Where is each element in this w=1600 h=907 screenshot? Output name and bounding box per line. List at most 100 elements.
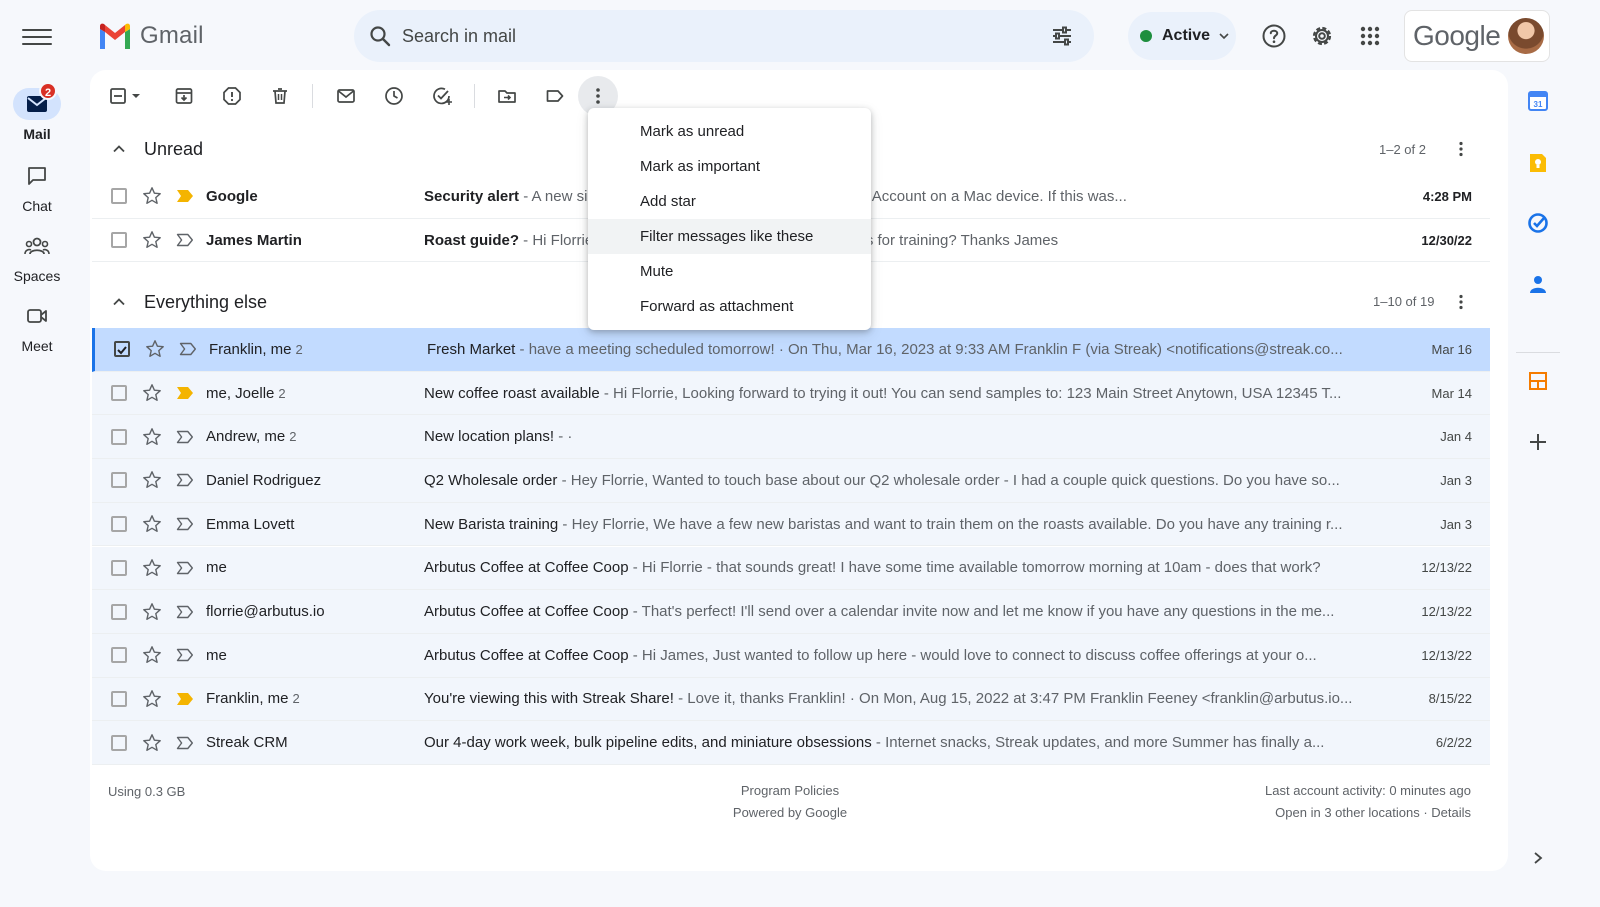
importance-marker-icon[interactable] bbox=[176, 233, 194, 247]
contacts-addon-button[interactable] bbox=[1526, 272, 1550, 296]
report-spam-button[interactable] bbox=[212, 76, 252, 116]
status-selector[interactable]: Active bbox=[1128, 12, 1236, 60]
section-options-button[interactable] bbox=[1449, 137, 1473, 161]
importance-marker-icon[interactable] bbox=[176, 386, 194, 400]
mail-row[interactable]: me, Joelle 2 New coffee roast available - … bbox=[92, 371, 1490, 416]
importance-marker-icon[interactable] bbox=[176, 605, 194, 619]
row-snippet: - Love it, thanks Franklin! · On Mon, Au… bbox=[673, 690, 1353, 708]
importance-marker-icon[interactable] bbox=[176, 692, 194, 706]
search-bar[interactable] bbox=[354, 10, 1094, 62]
star-icon[interactable] bbox=[142, 645, 162, 665]
move-to-button[interactable] bbox=[487, 76, 527, 116]
snooze-button[interactable] bbox=[374, 76, 414, 116]
tasks-addon-button[interactable] bbox=[1526, 211, 1550, 235]
show-side-panel-button[interactable] bbox=[1526, 846, 1550, 870]
archive-button[interactable] bbox=[164, 76, 204, 116]
importance-marker-icon[interactable] bbox=[179, 342, 197, 356]
add-to-tasks-button[interactable] bbox=[422, 76, 462, 116]
nav-chat[interactable]: Chat bbox=[0, 160, 74, 214]
search-icon[interactable] bbox=[368, 24, 392, 48]
star-icon[interactable] bbox=[142, 427, 162, 447]
delete-button[interactable] bbox=[260, 76, 300, 116]
chevron-up-icon[interactable] bbox=[110, 140, 128, 158]
settings-button[interactable] bbox=[1302, 16, 1342, 56]
row-checkbox[interactable] bbox=[111, 428, 127, 445]
mail-row[interactable]: Andrew, me 2 New location plans! - · Jan 4 bbox=[92, 415, 1490, 460]
star-icon[interactable] bbox=[142, 514, 162, 534]
menu-item-forward-attachment[interactable]: Forward as attachment bbox=[588, 289, 871, 324]
program-policies-link[interactable]: Program Policies bbox=[690, 780, 890, 802]
row-date: 6/2/22 bbox=[1435, 735, 1472, 751]
select-all-button[interactable] bbox=[100, 76, 152, 116]
star-icon[interactable] bbox=[142, 186, 162, 206]
star-icon[interactable] bbox=[142, 602, 162, 622]
menu-item-mark-unread[interactable]: Mark as unread bbox=[588, 114, 871, 149]
search-input[interactable] bbox=[402, 25, 1050, 47]
importance-marker-icon[interactable] bbox=[176, 189, 194, 203]
mail-row[interactable]: me Arbutus Coffee at Coffee Coop - Hi Jam… bbox=[92, 633, 1490, 678]
keep-addon-button[interactable] bbox=[1526, 151, 1550, 175]
nav-meet[interactable]: Meet bbox=[0, 300, 74, 354]
search-options-icon[interactable] bbox=[1050, 24, 1074, 48]
mail-row[interactable]: Franklin, me 2 Fresh Market - have a meeti… bbox=[92, 328, 1490, 372]
main-menu-button[interactable] bbox=[22, 24, 52, 48]
star-icon[interactable] bbox=[142, 558, 162, 578]
section-header-everything-else[interactable]: Everything else bbox=[110, 280, 267, 324]
mail-row[interactable]: Streak CRM Our 4-day work week, bulk pipe… bbox=[92, 721, 1490, 765]
row-checkbox[interactable] bbox=[111, 690, 127, 707]
account-button[interactable]: Google bbox=[1404, 10, 1550, 62]
gmail-logo[interactable]: Gmail bbox=[98, 20, 204, 52]
star-icon[interactable] bbox=[142, 470, 162, 490]
apps-button[interactable] bbox=[1350, 16, 1390, 56]
row-checkbox[interactable] bbox=[111, 603, 127, 620]
row-checkbox[interactable] bbox=[114, 341, 130, 358]
row-sender: Franklin, me 2 bbox=[206, 690, 300, 708]
chevron-up-icon[interactable] bbox=[110, 293, 128, 311]
star-icon[interactable] bbox=[145, 339, 165, 359]
mail-row[interactable]: Daniel Rodriguez Q2 Wholesale order - Hey… bbox=[92, 459, 1490, 503]
nav-mail[interactable]: 2 Mail bbox=[0, 82, 74, 142]
select-checkbox-icon bbox=[110, 88, 140, 104]
menu-item-mark-important[interactable]: Mark as important bbox=[588, 149, 871, 184]
mail-row[interactable]: Franklin, me 2 You're viewing this with St… bbox=[92, 677, 1490, 722]
row-checkbox[interactable] bbox=[111, 472, 127, 489]
section-options-button[interactable] bbox=[1449, 290, 1473, 314]
row-checkbox[interactable] bbox=[111, 516, 127, 533]
row-checkbox[interactable] bbox=[111, 188, 127, 205]
thread-count: 2 bbox=[289, 429, 297, 445]
mail-row[interactable]: me Arbutus Coffee at Coffee Coop - Hi Flo… bbox=[92, 546, 1490, 591]
row-checkbox[interactable] bbox=[111, 559, 127, 576]
star-icon[interactable] bbox=[142, 230, 162, 250]
row-date: 12/13/22 bbox=[1421, 604, 1472, 620]
calendar-addon-button[interactable]: 31 bbox=[1526, 89, 1550, 113]
importance-marker-icon[interactable] bbox=[176, 473, 194, 487]
row-checkbox[interactable] bbox=[111, 647, 127, 664]
menu-item-filter-messages[interactable]: Filter messages like these bbox=[588, 219, 871, 254]
row-checkbox[interactable] bbox=[111, 232, 127, 249]
section-header-unread[interactable]: Unread bbox=[110, 127, 203, 171]
star-icon[interactable] bbox=[142, 733, 162, 753]
mark-as-read-button[interactable] bbox=[326, 76, 366, 116]
importance-marker-icon[interactable] bbox=[176, 561, 194, 575]
importance-marker-icon[interactable] bbox=[176, 430, 194, 444]
row-subject-snippet: Arbutus Coffee at Coffee Coop - Hi Florr… bbox=[424, 559, 1370, 576]
nav-spaces[interactable]: Spaces bbox=[0, 230, 74, 284]
mail-row[interactable]: Emma Lovett New Barista training - Hey Fl… bbox=[92, 502, 1490, 547]
get-addons-button[interactable] bbox=[1526, 430, 1550, 454]
help-button[interactable] bbox=[1254, 16, 1294, 56]
importance-marker-icon[interactable] bbox=[176, 517, 194, 531]
row-checkbox[interactable] bbox=[111, 734, 127, 751]
importance-marker-icon[interactable] bbox=[176, 648, 194, 662]
streak-addon-button[interactable] bbox=[1526, 369, 1550, 393]
labels-button[interactable] bbox=[535, 76, 575, 116]
menu-item-mute[interactable]: Mute bbox=[588, 254, 871, 289]
menu-item-add-star[interactable]: Add star bbox=[588, 184, 871, 219]
other-locations-details-link[interactable]: Open in 3 other locations · Details bbox=[1170, 802, 1471, 824]
star-icon[interactable] bbox=[142, 689, 162, 709]
row-checkbox[interactable] bbox=[111, 385, 127, 402]
powered-by: Powered by Google bbox=[732, 805, 848, 820]
mail-row[interactable]: florrie@arbutus.io Arbutus Coffee at Coff… bbox=[92, 590, 1490, 634]
importance-marker-icon[interactable] bbox=[176, 736, 194, 750]
row-sender: Andrew, me 2 bbox=[206, 428, 297, 446]
star-icon[interactable] bbox=[142, 383, 162, 403]
